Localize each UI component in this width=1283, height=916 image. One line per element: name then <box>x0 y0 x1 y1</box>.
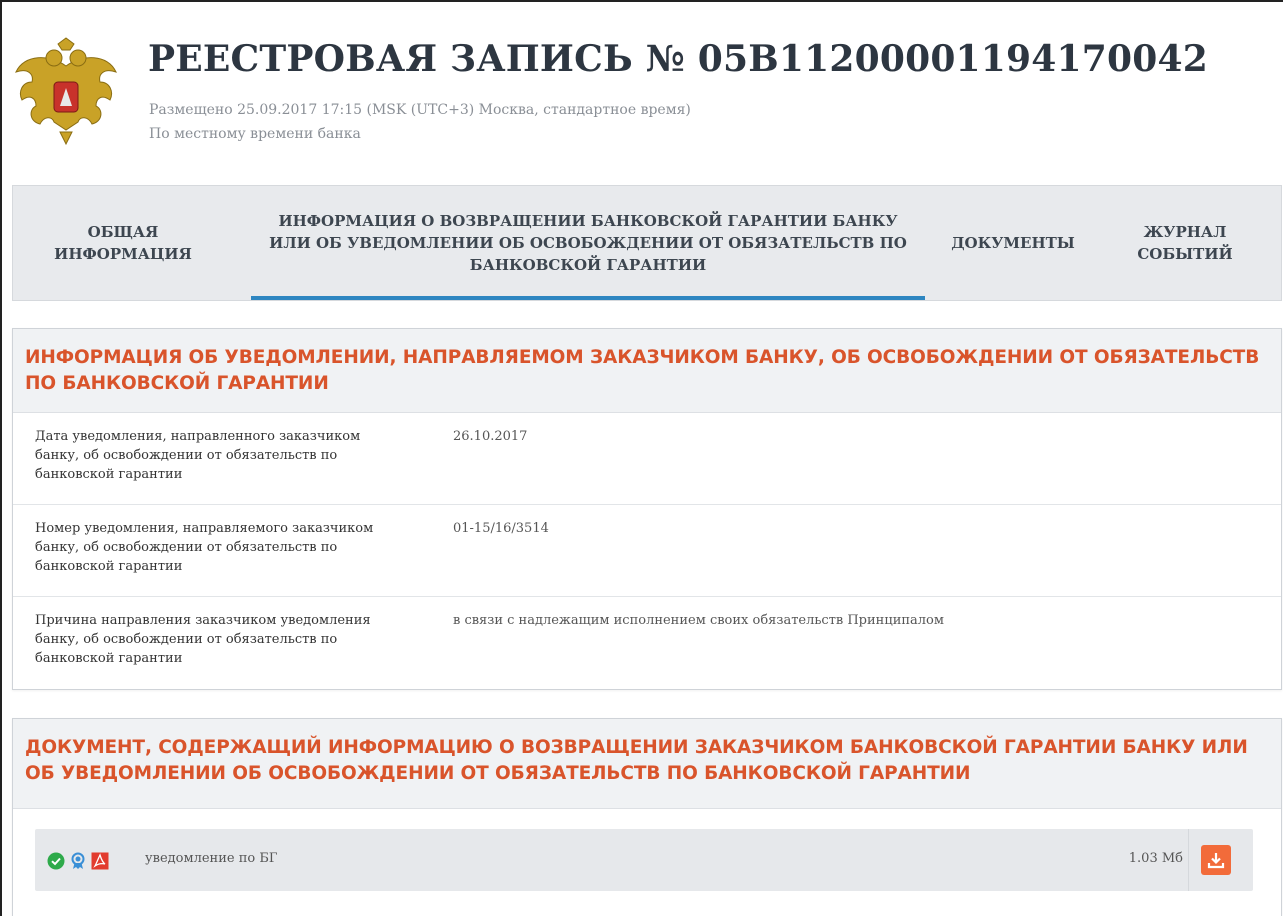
local-time-note: По местному времени банка <box>149 126 361 142</box>
document-title: ДОКУМЕНТ, СОДЕРЖАЩИЙ ИНФОРМАЦИЮ О ВОЗВРА… <box>25 737 1248 784</box>
tab-event-log[interactable]: ЖУРНАЛ СОБЫТИЙ <box>1105 186 1265 300</box>
download-icon <box>1207 853 1225 869</box>
file-name-link[interactable]: уведомление по БГ <box>145 851 278 866</box>
notice-number-label: Номер уведомления, направляемого заказчи… <box>35 521 374 574</box>
posted-datetime: Размещено 25.09.2017 17:15 (MSK (UTC+3) … <box>149 102 691 118</box>
notice-info-title: ИНФОРМАЦИЯ ОБ УВЕДОМЛЕНИИ, НАПРАВЛЯЕМОМ … <box>25 347 1260 394</box>
attached-file: уведомление по БГ 1.03 Мб <box>35 829 1253 891</box>
tab-guarantee-return-info[interactable]: ИНФОРМАЦИЯ О ВОЗВРАЩЕНИИ БАНКОВСКОЙ ГАРА… <box>251 186 925 300</box>
signature-certificate-icon[interactable] <box>69 852 87 870</box>
notice-info-header: ИНФОРМАЦИЯ ОБ УВЕДОМЛЕНИИ, НАПРАВЛЯЕМОМ … <box>13 329 1281 413</box>
active-tab-indicator <box>251 296 925 300</box>
notice-date-value: 26.10.2017 <box>453 429 528 444</box>
window-border-top <box>0 0 1283 2</box>
tab-bar: ОБЩАЯ ИНФОРМАЦИЯ ИНФОРМАЦИЯ О ВОЗВРАЩЕНИ… <box>12 185 1282 301</box>
verified-check-icon <box>47 852 65 870</box>
notice-number-value: 01-15/16/3514 <box>453 521 549 536</box>
notice-info-card: ИНФОРМАЦИЯ ОБ УВЕДОМЛЕНИИ, НАПРАВЛЯЕМОМ … <box>12 328 1282 690</box>
coat-of-arms-icon <box>15 37 117 146</box>
document-card: ДОКУМЕНТ, СОДЕРЖАЩИЙ ИНФОРМАЦИЮ О ВОЗВРА… <box>12 718 1282 916</box>
info-row: Номер уведомления, направляемого заказчи… <box>13 505 1281 597</box>
page-header: РЕЕСТРОВАЯ ЗАПИСЬ № 05B11200001194170042… <box>8 30 1208 160</box>
notice-reason-value: в связи с надлежащим исполнением своих о… <box>453 613 944 628</box>
file-size: 1.03 Мб <box>1128 851 1183 866</box>
tab-general-info[interactable]: ОБЩАЯ ИНФОРМАЦИЯ <box>33 186 213 300</box>
info-row: Причина направления заказчиком уведомлен… <box>13 597 1281 689</box>
document-header: ДОКУМЕНТ, СОДЕРЖАЩИЙ ИНФОРМАЦИЮ О ВОЗВРА… <box>13 719 1281 809</box>
tab-documents[interactable]: ДОКУМЕНТЫ <box>933 186 1093 300</box>
notice-date-label: Дата уведомления, направленного заказчик… <box>35 429 361 482</box>
pdf-file-icon[interactable] <box>91 852 109 870</box>
download-button[interactable] <box>1201 845 1231 875</box>
info-row: Дата уведомления, направленного заказчик… <box>13 413 1281 505</box>
page-title: РЕЕСТРОВАЯ ЗАПИСЬ № 05B11200001194170042 <box>148 38 1209 80</box>
file-divider <box>1188 829 1189 891</box>
file-status-icons <box>47 851 109 871</box>
notice-reason-label: Причина направления заказчиком уведомлен… <box>35 613 371 666</box>
window-border-left <box>0 0 2 916</box>
